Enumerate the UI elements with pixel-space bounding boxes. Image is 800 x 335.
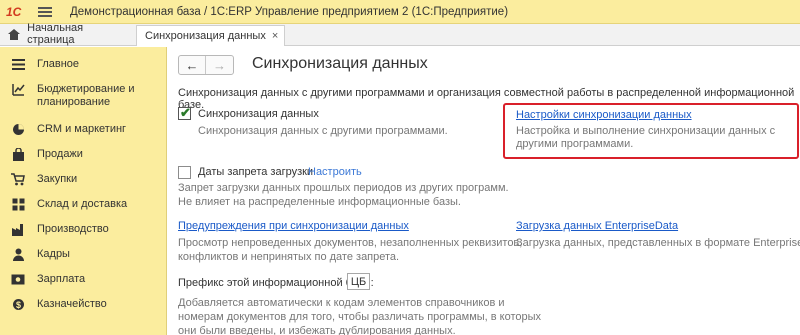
- main-content: ← → Синхронизация данных Синхронизация д…: [168, 47, 800, 335]
- sync-data-description: Синхронизация данных с другими программа…: [198, 125, 448, 137]
- prefix-description-3: они были введены, и избежать дублировани…: [178, 325, 456, 335]
- menu-lines-icon: [11, 57, 25, 71]
- sidebar-item-warehouse[interactable]: Склад и доставка: [0, 191, 166, 216]
- main-menu-icon[interactable]: [38, 6, 52, 17]
- back-button[interactable]: ←: [179, 56, 207, 74]
- warehouse-icon: [11, 197, 25, 211]
- sync-warnings-description-2: конфликтов и непринятых по дате запрета.: [178, 251, 400, 263]
- prefix-description-1: Добавляется автоматически к кодам элемен…: [178, 297, 505, 309]
- page-title: Синхронизация данных: [252, 55, 428, 72]
- sidebar: Главное Бюджетирование и планирование CR…: [0, 47, 167, 335]
- sidebar-item-salary[interactable]: Зарплата: [0, 266, 166, 291]
- svg-text:$: $: [15, 300, 20, 310]
- enterprise-data-description: Загрузка данных, представленных в формат…: [516, 237, 800, 249]
- configure-link[interactable]: Настроить: [308, 166, 362, 178]
- sidebar-item-treasury[interactable]: $ Казначейство: [0, 291, 166, 316]
- sidebar-item-sales[interactable]: Продажи: [0, 141, 166, 166]
- bag-icon: [11, 147, 25, 161]
- ban-dates-checkbox[interactable]: [178, 166, 191, 179]
- sidebar-item-label: Кадры: [37, 248, 70, 260]
- window-title: Демонстрационная база / 1С:ERP Управлени…: [70, 5, 509, 18]
- tab-strip: Начальная страница Синхронизация данных …: [0, 22, 800, 46]
- ban-dates-description-2: Не влияет на распределенные информационн…: [178, 196, 461, 208]
- sidebar-item-label: Главное: [37, 58, 80, 70]
- enterprise-data-link[interactable]: Загрузка данных EnterpriseData: [516, 220, 678, 232]
- tab-sync-data-label: Синхронизация данных: [145, 30, 266, 42]
- cart-icon: [11, 172, 25, 186]
- tab-home[interactable]: Начальная страница: [0, 22, 136, 46]
- tab-sync-data[interactable]: Синхронизация данных ×: [136, 25, 286, 46]
- sync-settings-link[interactable]: Настройки синхронизации данных: [516, 109, 692, 121]
- sync-settings-description: Настройка и выполнение синхронизации дан…: [516, 125, 776, 150]
- chart-icon: [11, 82, 25, 96]
- sidebar-item-label: Производство: [37, 223, 109, 235]
- sidebar-item-purchases[interactable]: Закупки: [0, 166, 166, 191]
- ban-dates-label[interactable]: Даты запрета загрузки: [198, 166, 313, 178]
- sync-warnings-link[interactable]: Предупреждения при синхронизации данных: [178, 220, 409, 232]
- prefix-description-2: номерам документов для того, чтобы разли…: [178, 311, 542, 323]
- sync-data-label[interactable]: Синхронизация данных: [198, 108, 319, 120]
- factory-icon: [11, 222, 25, 236]
- sidebar-item-label: Зарплата: [37, 273, 86, 285]
- sidebar-item-label: CRM и маркетинг: [37, 123, 127, 135]
- nav-buttons: ← →: [178, 55, 234, 75]
- sync-data-checkbox[interactable]: ✔: [178, 105, 191, 120]
- prefix-input[interactable]: ЦБ: [347, 273, 370, 290]
- sidebar-item-budgeting[interactable]: Бюджетирование и планирование: [0, 76, 166, 116]
- sync-warnings-description-1: Просмотр непроведенных документов, незап…: [178, 237, 523, 249]
- sidebar-item-label: Казначейство: [37, 298, 107, 310]
- sidebar-item-label: Продажи: [37, 148, 83, 160]
- prefix-label: Префикс этой информационной базы:: [178, 277, 374, 289]
- sidebar-item-production[interactable]: Производство: [0, 216, 166, 241]
- tab-home-label: Начальная страница: [27, 22, 84, 46]
- ban-dates-description-1: Запрет загрузки данных прошлых периодов …: [178, 182, 509, 194]
- home-icon: [8, 28, 21, 40]
- pie-icon: [11, 122, 25, 136]
- sidebar-item-label: Склад и доставка: [37, 198, 128, 210]
- sidebar-item-label: Закупки: [37, 173, 78, 185]
- forward-button[interactable]: →: [206, 56, 233, 74]
- person-icon: [11, 247, 25, 261]
- sidebar-item-main[interactable]: Главное: [0, 51, 166, 76]
- sidebar-item-label: Бюджетирование и планирование: [37, 83, 135, 108]
- checkmark-icon: ✔: [180, 105, 191, 120]
- sidebar-item-hr[interactable]: Кадры: [0, 241, 166, 266]
- 1c-logo: 1С: [6, 4, 22, 19]
- treasury-icon: $: [11, 297, 25, 311]
- money-icon: [11, 272, 25, 286]
- close-icon[interactable]: ×: [272, 30, 278, 42]
- sidebar-item-crm[interactable]: CRM и маркетинг: [0, 116, 166, 141]
- title-bar: 1С Демонстрационная база / 1С:ERP Управл…: [0, 0, 800, 24]
